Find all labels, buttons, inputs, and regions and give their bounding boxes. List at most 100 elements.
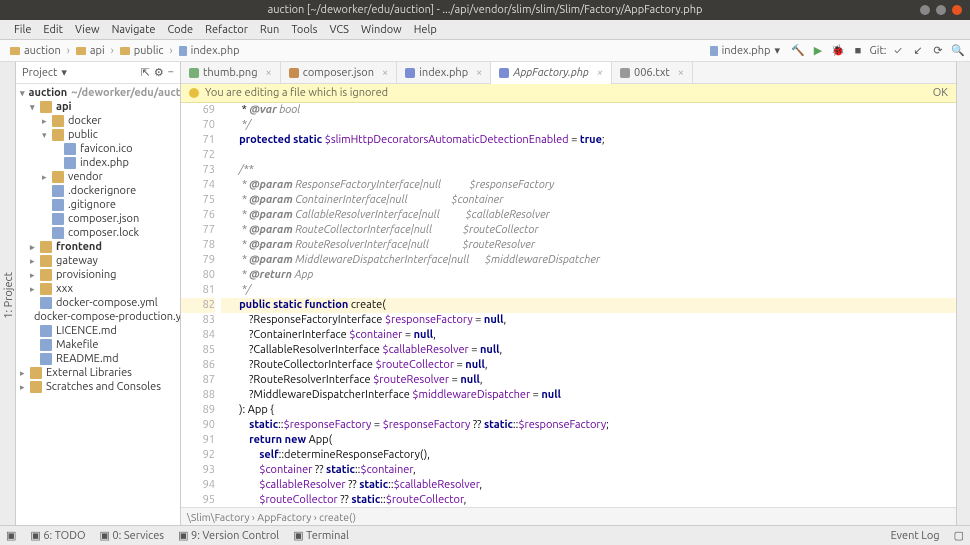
close-tab-icon[interactable]: × (266, 67, 272, 79)
code-line[interactable]: * @param RouteResolverInterface|null $ro… (221, 238, 956, 253)
line-number[interactable]: 89 (181, 403, 215, 418)
menu-help[interactable]: Help (408, 24, 443, 36)
menu-vcs[interactable]: VCS (323, 24, 355, 36)
menu-file[interactable]: File (8, 24, 37, 36)
collapse-icon[interactable]: ⇱ (141, 66, 150, 79)
menu-code[interactable]: Code (161, 24, 199, 36)
settings-icon[interactable]: ⚙ (154, 66, 164, 79)
code-line[interactable]: * @return App (221, 268, 956, 283)
editor-tab[interactable]: thumb.png× (181, 62, 281, 84)
menu-navigate[interactable]: Navigate (106, 24, 162, 36)
event-log-button[interactable]: Event Log (891, 530, 940, 542)
status-item[interactable]: ▣ 0: Services (100, 529, 165, 542)
code-line[interactable]: * @param MiddlewareDispatcherInterface|n… (221, 253, 956, 268)
close-tab-icon[interactable]: × (597, 67, 603, 79)
tree-item[interactable]: docker-compose.yml (16, 296, 180, 310)
code-line[interactable]: * @param ResponseFactoryInterface|null $… (221, 178, 956, 193)
code-line[interactable] (221, 148, 956, 163)
tree-item[interactable]: .gitignore (16, 198, 180, 212)
tree-item[interactable]: favicon.ico (16, 142, 180, 156)
toolwindow-tab[interactable]: 1: Project (3, 272, 15, 319)
line-number[interactable]: 82 (181, 298, 215, 313)
code-line[interactable]: return new App( (221, 433, 956, 448)
line-number[interactable]: 87 (181, 373, 215, 388)
line-number[interactable]: 79 (181, 253, 215, 268)
close-icon[interactable] (952, 5, 962, 15)
status-expand-icon[interactable]: ▣ (6, 529, 16, 542)
tree-item[interactable]: composer.json (16, 212, 180, 226)
tree-item[interactable]: ▸vendor (16, 170, 180, 184)
code-line[interactable]: * @param RouteCollectorInterface|null $r… (221, 223, 956, 238)
lock-icon[interactable]: ▢ (954, 529, 964, 542)
breadcrumb-api[interactable]: api (70, 43, 111, 59)
source-text[interactable]: * @var bool */ protected static $slimHtt… (221, 103, 956, 507)
stop-button[interactable]: ■ (850, 43, 866, 59)
line-number[interactable]: 73 (181, 163, 215, 178)
menu-run[interactable]: Run (254, 24, 285, 36)
status-item[interactable]: ▣ 9: Version Control (178, 529, 279, 542)
line-number[interactable]: 81 (181, 283, 215, 298)
line-number[interactable]: 91 (181, 433, 215, 448)
hide-icon[interactable]: − (168, 66, 174, 79)
status-item[interactable]: ▣ Terminal (293, 529, 349, 542)
menu-refactor[interactable]: Refactor (199, 24, 254, 36)
code-line[interactable]: /** (221, 163, 956, 178)
breadcrumb-public[interactable]: public (114, 43, 170, 59)
run-button[interactable]: ▶ (810, 43, 826, 59)
line-number[interactable]: 71 (181, 133, 215, 148)
tree-item[interactable]: ▾api (16, 100, 180, 114)
line-number[interactable]: 92 (181, 448, 215, 463)
search-icon[interactable]: 🔍 (950, 43, 966, 59)
tree-item[interactable]: README.md (16, 352, 180, 366)
breadcrumb-index.php[interactable]: index.php (173, 43, 246, 59)
line-number[interactable]: 86 (181, 358, 215, 373)
code-line[interactable]: ?RouteResolverInterface $routeResolver =… (221, 373, 956, 388)
line-number[interactable]: 93 (181, 463, 215, 478)
git-update-icon[interactable]: ✓ (890, 43, 906, 59)
tree-item[interactable]: index.php (16, 156, 180, 170)
code-line[interactable]: * @var bool (221, 103, 956, 118)
line-number[interactable]: 78 (181, 238, 215, 253)
tree-item[interactable]: ▾public (16, 128, 180, 142)
code-line[interactable]: ): App { (221, 403, 956, 418)
menu-window[interactable]: Window (355, 24, 408, 36)
line-number[interactable]: 95 (181, 493, 215, 507)
code-line[interactable]: $routeCollector ?? static::$routeCollect… (221, 493, 956, 507)
gutter[interactable]: 6970717273747576777879808182838485868788… (181, 103, 221, 507)
tree-item[interactable]: ▸External Libraries (16, 366, 180, 380)
editor-tab[interactable]: AppFactory.php× (491, 62, 612, 84)
tree-item[interactable]: LICENCE.md (16, 324, 180, 338)
breadcrumb-auction[interactable]: auction (4, 43, 67, 59)
tree-root[interactable]: ▾auction~/deworker/edu/auction (16, 86, 180, 100)
debug-button[interactable]: 🐞 (830, 43, 846, 59)
code-line[interactable]: ?ResponseFactoryInterface $responseFacto… (221, 313, 956, 328)
git-history-icon[interactable]: ⟳ (930, 43, 946, 59)
code-line[interactable]: ?CallableResolverInterface $callableReso… (221, 343, 956, 358)
minimize-icon[interactable] (920, 5, 930, 15)
line-number[interactable]: 80 (181, 268, 215, 283)
line-number[interactable]: 77 (181, 223, 215, 238)
code-line[interactable]: * @param ContainerInterface|null $contai… (221, 193, 956, 208)
line-number[interactable]: 75 (181, 193, 215, 208)
tree-item[interactable]: ▸frontend (16, 240, 180, 254)
menu-view[interactable]: View (69, 24, 106, 36)
line-number[interactable]: 83 (181, 313, 215, 328)
hammer-icon[interactable]: 🔨 (790, 43, 806, 59)
tree-item[interactable]: ▸Scratches and Consoles (16, 380, 180, 394)
code-line[interactable]: */ (221, 118, 956, 133)
editor-breadcrumb[interactable]: \Slim\Factory › AppFactory › create() (181, 507, 956, 525)
status-item[interactable]: ▣ 6: TODO (30, 529, 85, 542)
banner-ok-button[interactable]: OK (933, 87, 948, 99)
menu-edit[interactable]: Edit (37, 24, 69, 36)
code-line[interactable]: protected static $slimHttpDecoratorsAuto… (221, 133, 956, 148)
line-number[interactable]: 94 (181, 478, 215, 493)
maximize-icon[interactable] (936, 5, 946, 15)
line-number[interactable]: 88 (181, 388, 215, 403)
git-pull-icon[interactable]: ↙ (910, 43, 926, 59)
code-line[interactable]: * @param CallableResolverInterface|null … (221, 208, 956, 223)
tree-item[interactable]: Makefile (16, 338, 180, 352)
line-number[interactable]: 90 (181, 418, 215, 433)
editor-tab[interactable]: 006.txt× (612, 62, 693, 84)
line-number[interactable]: 84 (181, 328, 215, 343)
code-line[interactable]: self::determineResponseFactory(), (221, 448, 956, 463)
